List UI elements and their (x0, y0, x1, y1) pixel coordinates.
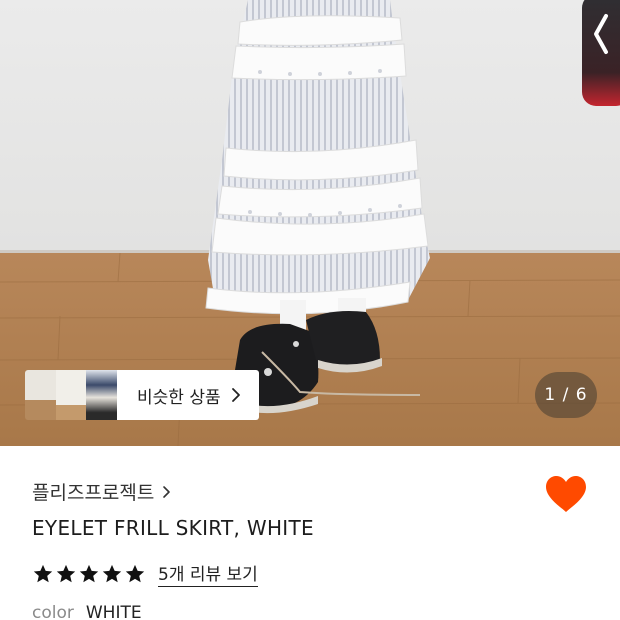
rating-row: 5개 리뷰 보기 (32, 560, 258, 587)
similar-products[interactable]: 비슷한 상품 (25, 370, 259, 420)
star-icon (102, 564, 122, 582)
previous-panel-tab[interactable] (582, 0, 620, 106)
star-icon (56, 564, 76, 582)
chevron-left-icon (594, 14, 608, 54)
color-value: WHITE (85, 603, 142, 620)
product-detail-page: 비슷한 상품 1 / 6 플리즈프로젝트 EYELET FRILL SKIRT,… (0, 0, 620, 620)
star-icon (125, 564, 145, 582)
similar-thumbnail (25, 370, 56, 420)
brand-name: 플리즈프로젝트 (32, 482, 155, 504)
chevron-right-icon (163, 485, 171, 498)
brand-link[interactable]: 플리즈프로젝트 (32, 478, 171, 505)
similar-thumbnail (86, 370, 117, 420)
product-title: EYELET FRILL SKIRT, WHITE (32, 516, 314, 540)
similar-products-label: 비슷한 상품 (137, 387, 221, 408)
star-icon (33, 564, 53, 582)
reviews-link[interactable]: 5개 리뷰 보기 (158, 560, 258, 587)
color-option: color WHITE (32, 603, 142, 620)
chevron-right-icon (231, 388, 240, 402)
star-icon (79, 564, 99, 582)
similar-thumbnail (55, 370, 87, 420)
image-page-counter: 1 / 6 (535, 372, 597, 418)
rating-stars (32, 563, 146, 585)
color-label: color (32, 603, 74, 620)
similar-products-button[interactable]: 비슷한 상품 (117, 370, 259, 420)
heart-icon (546, 476, 586, 512)
similar-products-thumbnails (25, 370, 117, 420)
wishlist-button[interactable] (544, 474, 588, 518)
product-image-gallery[interactable]: 비슷한 상품 1 / 6 (0, 0, 620, 446)
